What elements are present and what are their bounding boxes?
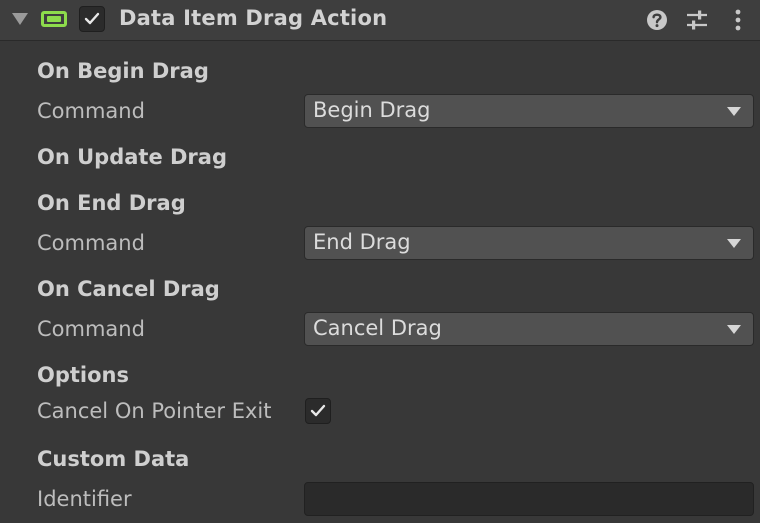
component-icon — [41, 11, 67, 27]
begin-command-label: Command — [37, 99, 145, 123]
identifier-input[interactable] — [304, 482, 754, 516]
section-options: Options — [37, 363, 129, 387]
foldout-arrow-icon[interactable] — [12, 13, 28, 25]
dropdown-arrow-icon — [727, 239, 741, 248]
cancel-on-pointer-exit-checkbox[interactable] — [305, 398, 331, 424]
section-on-end-drag: On End Drag — [37, 191, 186, 215]
cancel-command-dropdown[interactable]: Cancel Drag — [304, 312, 754, 346]
end-command-value: End Drag — [313, 230, 411, 254]
section-on-begin-drag: On Begin Drag — [37, 59, 209, 83]
component-header: Data Item Drag Action — [0, 0, 760, 41]
help-icon[interactable] — [645, 8, 669, 32]
cancel-on-pointer-exit-label: Cancel On Pointer Exit — [37, 399, 272, 423]
cancel-command-value: Cancel Drag — [313, 316, 442, 340]
begin-command-value: Begin Drag — [313, 98, 431, 122]
component-enabled-checkbox[interactable] — [79, 6, 105, 32]
end-command-dropdown[interactable]: End Drag — [304, 226, 754, 260]
end-command-label: Command — [37, 231, 145, 255]
checkmark-icon — [310, 404, 326, 417]
section-custom-data: Custom Data — [37, 447, 190, 471]
dropdown-arrow-icon — [727, 107, 741, 116]
more-menu-icon[interactable] — [726, 8, 750, 32]
dropdown-arrow-icon — [727, 325, 741, 334]
section-on-update-drag: On Update Drag — [37, 145, 227, 169]
checkmark-icon — [84, 12, 100, 25]
component-title: Data Item Drag Action — [119, 6, 388, 30]
begin-command-dropdown[interactable]: Begin Drag — [304, 94, 754, 128]
section-on-cancel-drag: On Cancel Drag — [37, 277, 220, 301]
identifier-label: Identifier — [37, 487, 132, 511]
cancel-command-label: Command — [37, 317, 145, 341]
presets-icon[interactable] — [685, 8, 709, 32]
